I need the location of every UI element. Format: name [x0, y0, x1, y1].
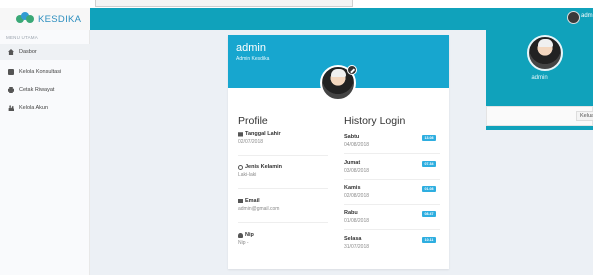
history-day: Rabu: [344, 210, 358, 216]
field-label-tanggal-lahir: Tanggal Lahir: [238, 131, 281, 137]
calendar-icon: [238, 132, 243, 137]
gender-icon: [238, 164, 243, 170]
sidebar-item-label: Kelola Konsultasi: [19, 69, 62, 75]
history-date: 01/08/2018: [344, 218, 370, 224]
history-section-title: History Login: [344, 115, 406, 127]
book-icon: [8, 69, 14, 75]
field-label-email: Email: [238, 198, 260, 204]
envelope-icon: [238, 199, 243, 203]
divider: [238, 222, 328, 223]
divider: [344, 153, 440, 154]
sidebar-item-kelola-konsultasi[interactable]: Kelola Konsultasi: [0, 64, 90, 80]
divider: [238, 155, 328, 156]
history-day: Jumat: [344, 160, 361, 166]
user-panel-name: admin: [531, 75, 548, 81]
field-value-tanggal-lahir: 02/07/2018: [238, 139, 264, 145]
divider: [344, 179, 440, 180]
field-value-email: admin@gmail.com: [238, 206, 280, 212]
field-label-jenis-kelamin: Jenis Kelamin: [238, 164, 282, 170]
history-time-badge: 07.34: [422, 161, 436, 167]
divider: [344, 229, 440, 230]
history-time-badge: 08.47: [422, 211, 436, 217]
logo-icon: [16, 12, 34, 26]
history-time-badge: 01.08: [422, 186, 436, 192]
history-date: 02/08/2018: [344, 193, 370, 199]
user-panel-avatar: [527, 35, 563, 71]
header-avatar[interactable]: [567, 11, 580, 24]
sidebar-item-cetak-riwayat[interactable]: Cetak Riwayat: [0, 82, 90, 98]
profile-role: Admin Kesdika: [236, 56, 270, 62]
header-username[interactable]: admin: [581, 13, 593, 19]
users-icon: [8, 105, 14, 111]
history-time-badge: 13.08: [422, 135, 436, 141]
field-label-nip: Nip: [238, 232, 254, 238]
field-value-jenis-kelamin: Laki-laki: [238, 172, 257, 178]
app-logo[interactable]: KESDIKA: [0, 8, 90, 30]
history-date: 04/08/2018: [344, 142, 370, 148]
print-icon: [8, 87, 14, 93]
sidebar-item-dasbor[interactable]: Dasbor: [0, 44, 90, 60]
home-icon: [8, 49, 14, 55]
user-icon: [238, 232, 243, 238]
profile-section-title: Profile: [238, 115, 268, 127]
history-day: Selasa: [344, 236, 362, 242]
sidebar-item-label: Kelola Akun: [19, 105, 49, 111]
profile-card: admin Admin Kesdika Profile Tanggal Lahi…: [228, 35, 449, 269]
sidebar-heading: MENU UTAMA: [6, 35, 38, 40]
logo-text: KESDIKA: [38, 13, 82, 25]
browser-strip: [0, 0, 593, 8]
top-navbar: [90, 8, 593, 30]
history-date: 03/08/2018: [344, 168, 370, 174]
sidebar: MENU UTAMA Dasbor Kelola Konsultasi Ceta…: [0, 30, 90, 275]
field-value-nip: Nip -: [238, 240, 249, 246]
browser-tab[interactable]: [95, 0, 353, 7]
history-date: 31/07/2018: [344, 244, 370, 250]
logout-button[interactable]: Keluar: [576, 111, 593, 121]
sidebar-item-kelola-akun[interactable]: Kelola Akun: [0, 100, 90, 116]
sidebar-item-label: Cetak Riwayat: [19, 87, 55, 93]
history-time-badge: 10.11: [422, 237, 436, 243]
history-day: Kamis: [344, 185, 361, 191]
profile-name: admin: [236, 42, 266, 54]
sidebar-item-label: Dasbor: [19, 49, 37, 55]
edit-pencil-icon[interactable]: [347, 65, 357, 75]
divider: [238, 188, 328, 189]
history-day: Sabtu: [344, 134, 360, 140]
divider: [344, 204, 440, 205]
